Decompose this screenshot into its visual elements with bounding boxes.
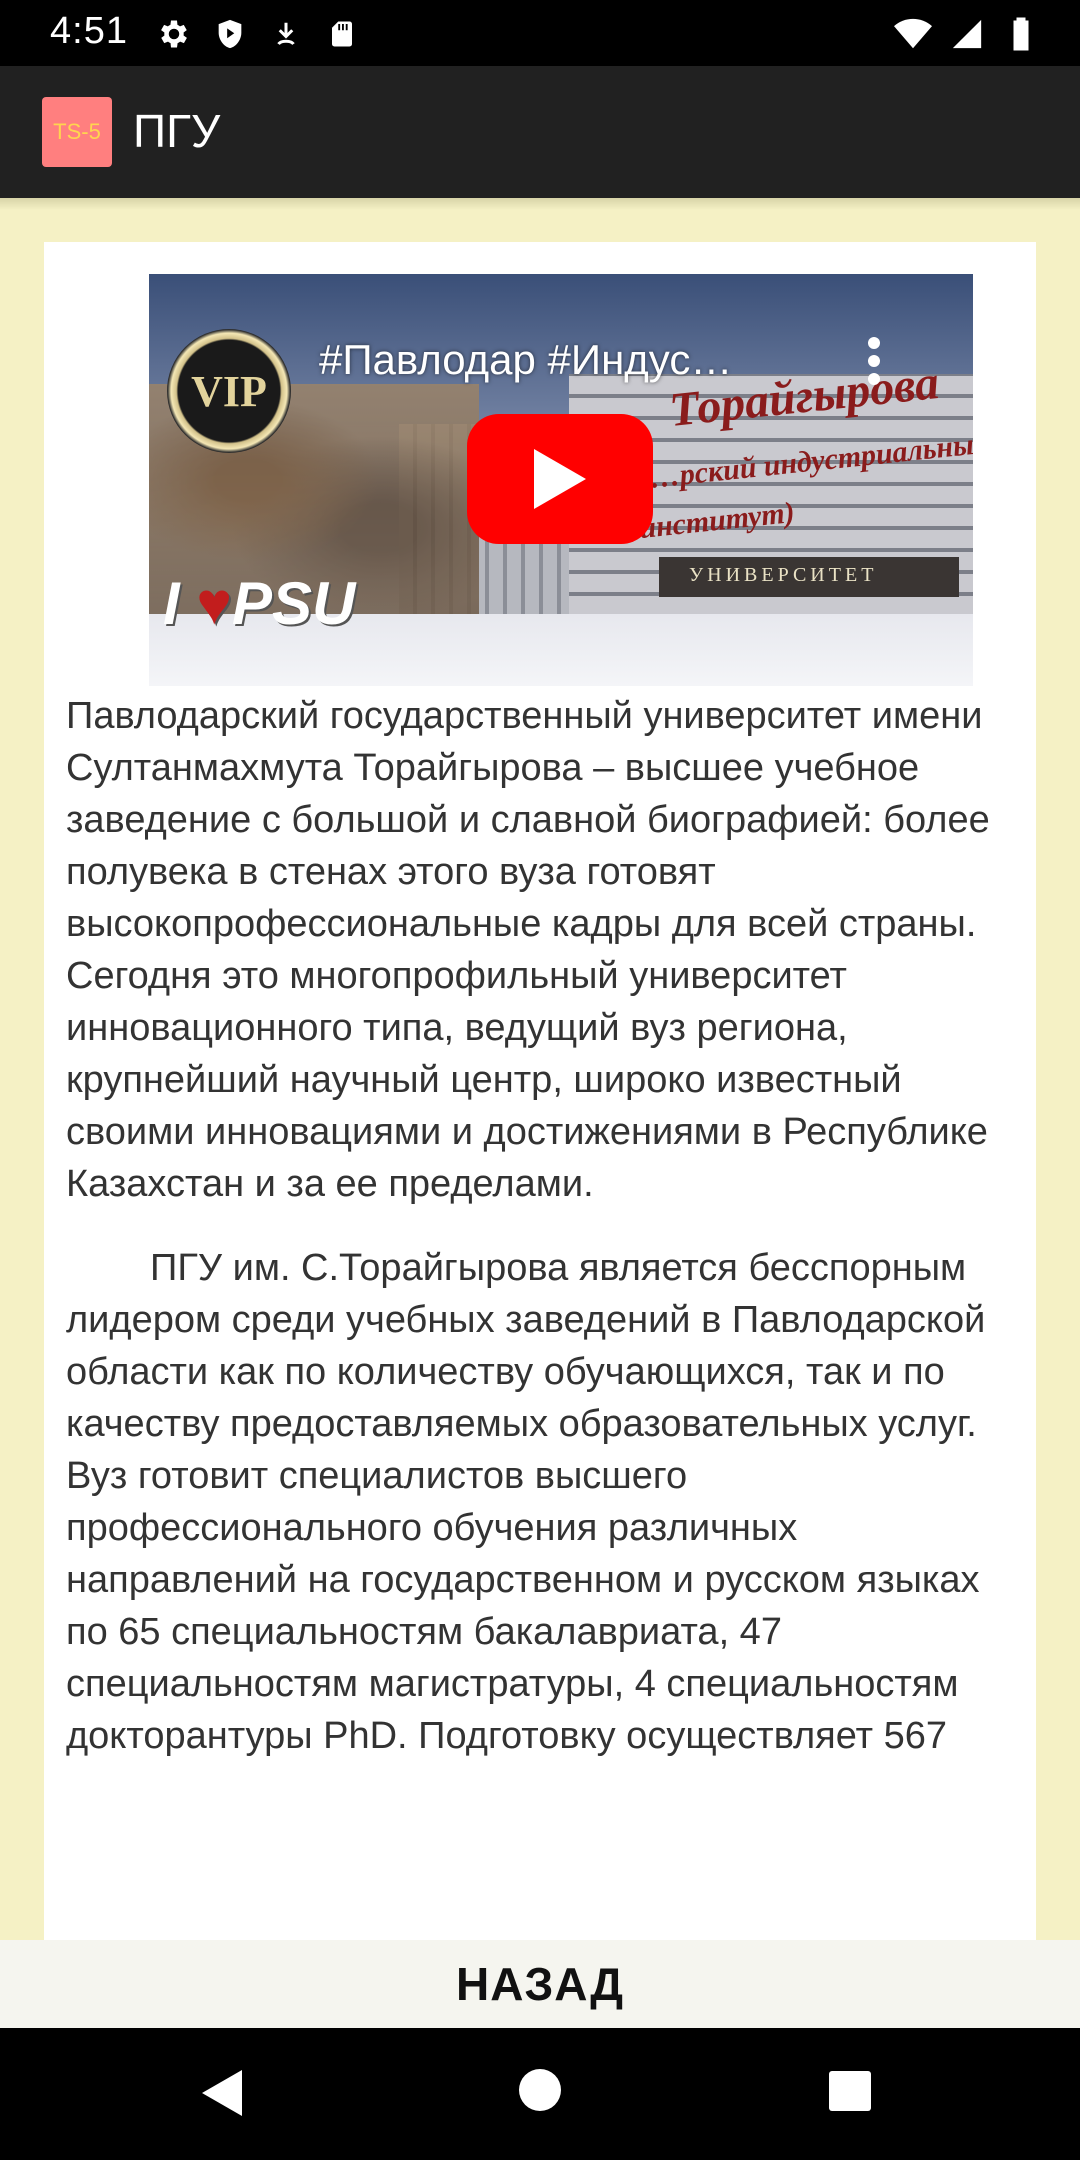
battery-icon	[1002, 15, 1040, 53]
video-thumbnail-facade-text: УНИВЕРСИТЕТ	[689, 564, 878, 586]
nav-recents-icon[interactable]	[828, 2070, 872, 2117]
back-button[interactable]: НАЗАД	[0, 1940, 1080, 2028]
i-letter: I	[163, 570, 197, 637]
article-body: Павлодарский государственный университет…	[66, 690, 1016, 1794]
youtube-video-embed[interactable]: УНИВЕРСИТЕТ Торайгырова …рский индустриа…	[149, 274, 973, 686]
video-title[interactable]: #Павлодар #Индус…	[319, 336, 732, 384]
signal-icon	[948, 15, 986, 53]
status-icons-right	[894, 14, 1040, 54]
nav-home-icon[interactable]	[518, 2068, 562, 2117]
download-icon	[267, 15, 305, 53]
content-area[interactable]: УНИВЕРСИТЕТ Торайгырова …рский индустриа…	[0, 198, 1080, 1940]
psu-sign: I ♥PSU	[163, 569, 355, 638]
more-vert-icon[interactable]	[867, 336, 881, 386]
app-bar-shadow	[0, 198, 1080, 210]
psu-sign-text: PSU	[231, 570, 356, 637]
channel-avatar[interactable]: VIP	[167, 329, 291, 453]
wifi-icon	[894, 15, 932, 53]
article-paragraph: Павлодарский государственный университет…	[66, 695, 990, 1205]
status-icons-left	[155, 14, 361, 54]
system-nav-bar	[0, 2028, 1080, 2160]
sd-card-icon	[323, 15, 361, 53]
channel-avatar-text: VIP	[191, 366, 267, 416]
heart-icon: ♥	[196, 570, 232, 637]
article-card: УНИВЕРСИТЕТ Торайгырова …рский индустриа…	[44, 242, 1036, 1940]
play-icon	[534, 449, 586, 509]
nav-back-icon[interactable]	[200, 2068, 244, 2123]
article-paragraph: ПГУ им. С.Торайгырова является бесспорны…	[66, 1247, 986, 1757]
status-bar: 4:51	[0, 0, 1080, 66]
app-bar: TS-5 ПГУ	[0, 66, 1080, 198]
play-button[interactable]	[467, 414, 653, 544]
shield-play-icon	[211, 15, 249, 53]
status-time: 4:51	[50, 10, 128, 52]
app-logo: TS-5	[42, 97, 112, 167]
app-title: ПГУ	[133, 105, 221, 157]
gear-icon	[155, 15, 193, 53]
back-button-label: НАЗАД	[456, 1958, 624, 2010]
